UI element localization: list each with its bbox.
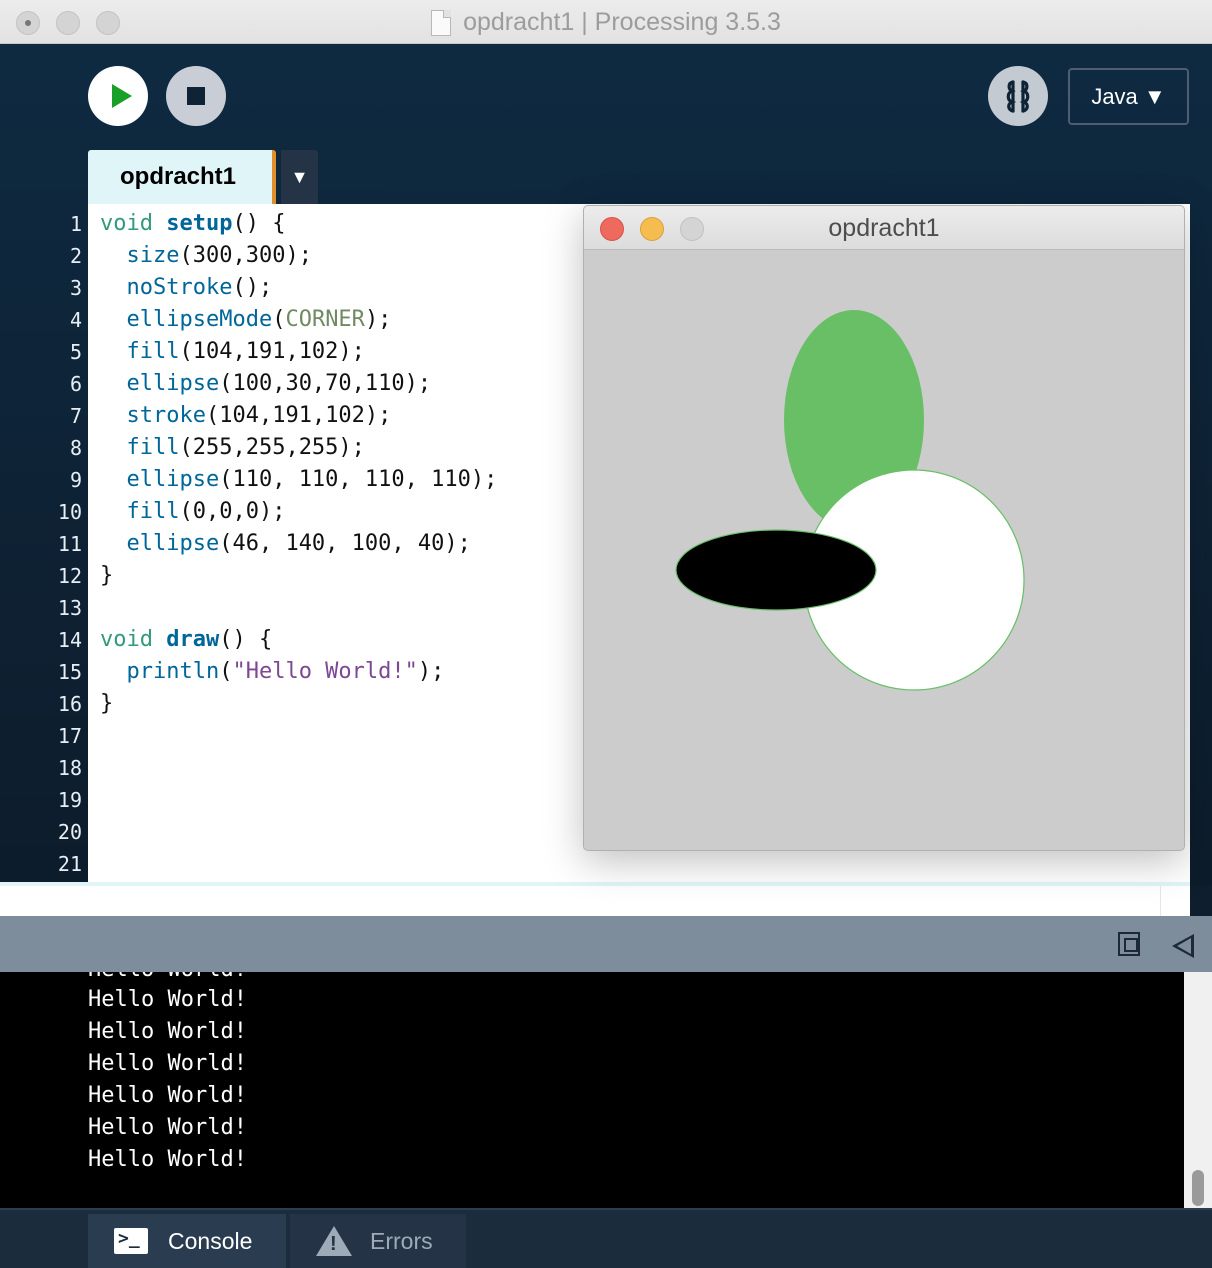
line-number: 18 — [57, 756, 82, 780]
console-tab-label: Console — [168, 1228, 253, 1254]
code-line: noStroke(); — [126, 275, 273, 300]
scrollbar-corner — [1160, 886, 1190, 916]
line-number: 17 — [57, 724, 82, 748]
line-number: 9 — [69, 468, 82, 492]
tab-label: opdracht1 — [120, 163, 237, 190]
code-line: } — [100, 563, 114, 588]
tab-menu-button[interactable]: ▼ — [281, 150, 318, 205]
line-number: 16 — [57, 692, 82, 716]
document-icon — [431, 9, 452, 36]
console-scrollbar[interactable] — [1184, 972, 1212, 1208]
line-number: 4 — [69, 308, 82, 332]
line-number: 14 — [57, 628, 82, 652]
tab-console[interactable]: Console — [88, 1214, 286, 1268]
code-line: void setup() { — [100, 211, 286, 236]
mode-selector[interactable]: Java ▼ — [1068, 68, 1189, 125]
window-title-wrap: opdracht1 | Processing 3.5.3 — [0, 8, 1212, 37]
console-scroll-thumb[interactable] — [1192, 1170, 1204, 1206]
sketch-window[interactable]: opdracht1 — [583, 205, 1185, 851]
line-number: 5 — [69, 340, 82, 364]
footer-bar: Console Errors — [0, 1208, 1212, 1268]
console-line: Hello World! — [88, 1051, 247, 1076]
line-number: 8 — [69, 436, 82, 460]
line-number: 11 — [57, 532, 82, 556]
line-number: 2 — [69, 244, 82, 268]
code-line: ellipse(110, 110, 110, 110); — [126, 467, 498, 492]
line-number: 7 — [69, 404, 82, 428]
line-number: 20 — [57, 820, 82, 844]
console-header-bar — [0, 916, 1212, 972]
black-ellipse — [675, 529, 877, 611]
collapse-console-icon[interactable] — [1172, 934, 1194, 958]
window-title: opdracht1 | Processing 3.5.3 — [463, 8, 781, 36]
warning-icon — [316, 1226, 352, 1256]
sketch-title: opdracht1 — [828, 214, 940, 242]
code-line: void draw() { — [100, 627, 273, 652]
line-number: 13 — [57, 596, 82, 620]
code-line: fill(104,191,102); — [126, 339, 365, 364]
sketch-titlebar: opdracht1 — [584, 206, 1184, 250]
code-line: fill(0,0,0); — [126, 499, 286, 524]
code-line: ellipseMode(CORNER); — [126, 307, 392, 332]
run-button[interactable] — [88, 66, 148, 126]
code-line: ellipse(100,30,70,110); — [126, 371, 432, 396]
debug-button[interactable] — [988, 66, 1048, 126]
console-line: Hello World! — [88, 1147, 247, 1172]
line-number: 1 — [69, 212, 82, 236]
line-number: 3 — [69, 276, 82, 300]
code-line: println("Hello World!"); — [126, 659, 445, 684]
tab-errors[interactable]: Errors — [290, 1214, 466, 1268]
code-line: } — [100, 691, 114, 716]
console-line: Hello World! — [88, 1019, 247, 1044]
stop-button[interactable] — [166, 66, 226, 126]
line-number: 6 — [69, 372, 82, 396]
line-number: 15 — [57, 660, 82, 684]
console-line: Hello World! — [88, 1115, 247, 1140]
terminal-icon — [114, 1226, 148, 1254]
tab-opdracht1[interactable]: opdracht1 — [88, 150, 276, 205]
errors-tab-label: Errors — [370, 1228, 433, 1254]
debugger-icon — [1006, 80, 1030, 113]
console-output[interactable]: Hello World! Hello World! Hello World! H… — [0, 972, 1184, 1208]
window-titlebar: opdracht1 | Processing 3.5.3 — [0, 0, 1212, 44]
code-line: ellipse(46, 140, 100, 40); — [126, 531, 471, 556]
code-line: stroke(104,191,102); — [126, 403, 392, 428]
sketch-canvas[interactable] — [584, 250, 1184, 850]
line-number-gutter: 1 2 3 4 5 6 7 8 9 10 11 12 13 14 15 16 1… — [0, 204, 88, 880]
console-line: Hello World! — [88, 987, 247, 1012]
line-number: 10 — [57, 500, 82, 524]
console-line: Hello World! — [88, 1083, 247, 1108]
copy-console-icon[interactable] — [1118, 932, 1140, 956]
line-number: 19 — [57, 788, 82, 812]
code-line: size(300,300); — [126, 243, 312, 268]
line-number: 21 — [57, 852, 82, 876]
code-line: fill(255,255,255); — [126, 435, 365, 460]
editor-horizontal-scrollbar[interactable] — [0, 882, 1190, 916]
line-number: 12 — [57, 564, 82, 588]
